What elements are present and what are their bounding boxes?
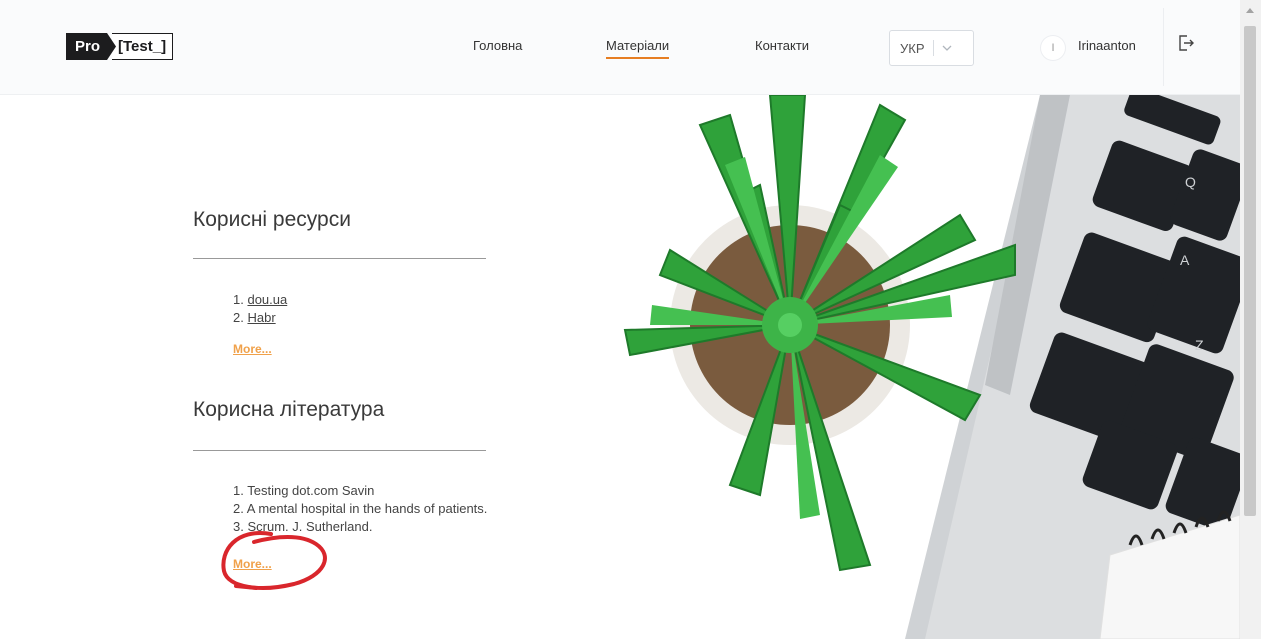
list-item-number: 2. (233, 310, 244, 325)
resources-more-link[interactable]: More... (233, 342, 272, 356)
logo[interactable]: Pro [Test_] (66, 33, 174, 60)
avatar[interactable]: I (1041, 36, 1065, 60)
literature-divider (193, 450, 486, 451)
list-item: 1. dou.ua (233, 291, 287, 309)
list-item: 1. Testing dot.com Savin (233, 482, 487, 500)
resource-link-dou[interactable]: dou.ua (247, 292, 287, 307)
resources-divider (193, 258, 486, 259)
language-selected: УКР (900, 40, 925, 56)
user-name[interactable]: Irinaanton (1078, 38, 1136, 53)
svg-text:Z: Z (1195, 337, 1204, 353)
key-label-q: Q (1185, 174, 1196, 190)
scroll-up-icon[interactable] (1246, 8, 1254, 13)
resources-title: Корисні ресурси (193, 208, 351, 231)
logo-pro: Pro (66, 33, 117, 60)
logout-icon[interactable] (1176, 33, 1196, 53)
list-item-number: 1. (233, 292, 244, 307)
header-divider (1163, 8, 1164, 86)
literature-item-text: Testing dot.com Savin (247, 483, 375, 498)
logo-test: [Test_] (112, 33, 174, 60)
site-header: Pro [Test_] Головна Матеріали Контакти У… (0, 0, 1240, 95)
list-item: 2. Habr (233, 309, 287, 327)
nav-materials[interactable]: Матеріали (606, 38, 670, 59)
chevron-down-icon (942, 42, 952, 54)
resources-list: 1. dou.ua 2. Habr (233, 291, 287, 327)
nav-home[interactable]: Головна (473, 38, 522, 53)
annotation-circle (221, 531, 327, 590)
resource-link-habr[interactable]: Habr (247, 310, 275, 325)
language-divider (932, 40, 934, 56)
scroll-thumb[interactable] (1244, 26, 1256, 516)
literature-item-text: A mental hospital in the hands of patien… (246, 501, 488, 516)
list-item-number: 1. (233, 483, 244, 498)
nav-contacts[interactable]: Контакти (755, 38, 809, 53)
literature-title: Корисна література (193, 398, 385, 421)
hero-image: Q A Z (623, 95, 1240, 639)
list-item-number: 2. (233, 501, 244, 516)
page-scrollbar[interactable] (1240, 0, 1261, 639)
list-item: 2. A mental hospital in the hands of pat… (233, 500, 487, 518)
language-select[interactable]: УКР (889, 30, 974, 66)
svg-text:A: A (1180, 252, 1190, 268)
